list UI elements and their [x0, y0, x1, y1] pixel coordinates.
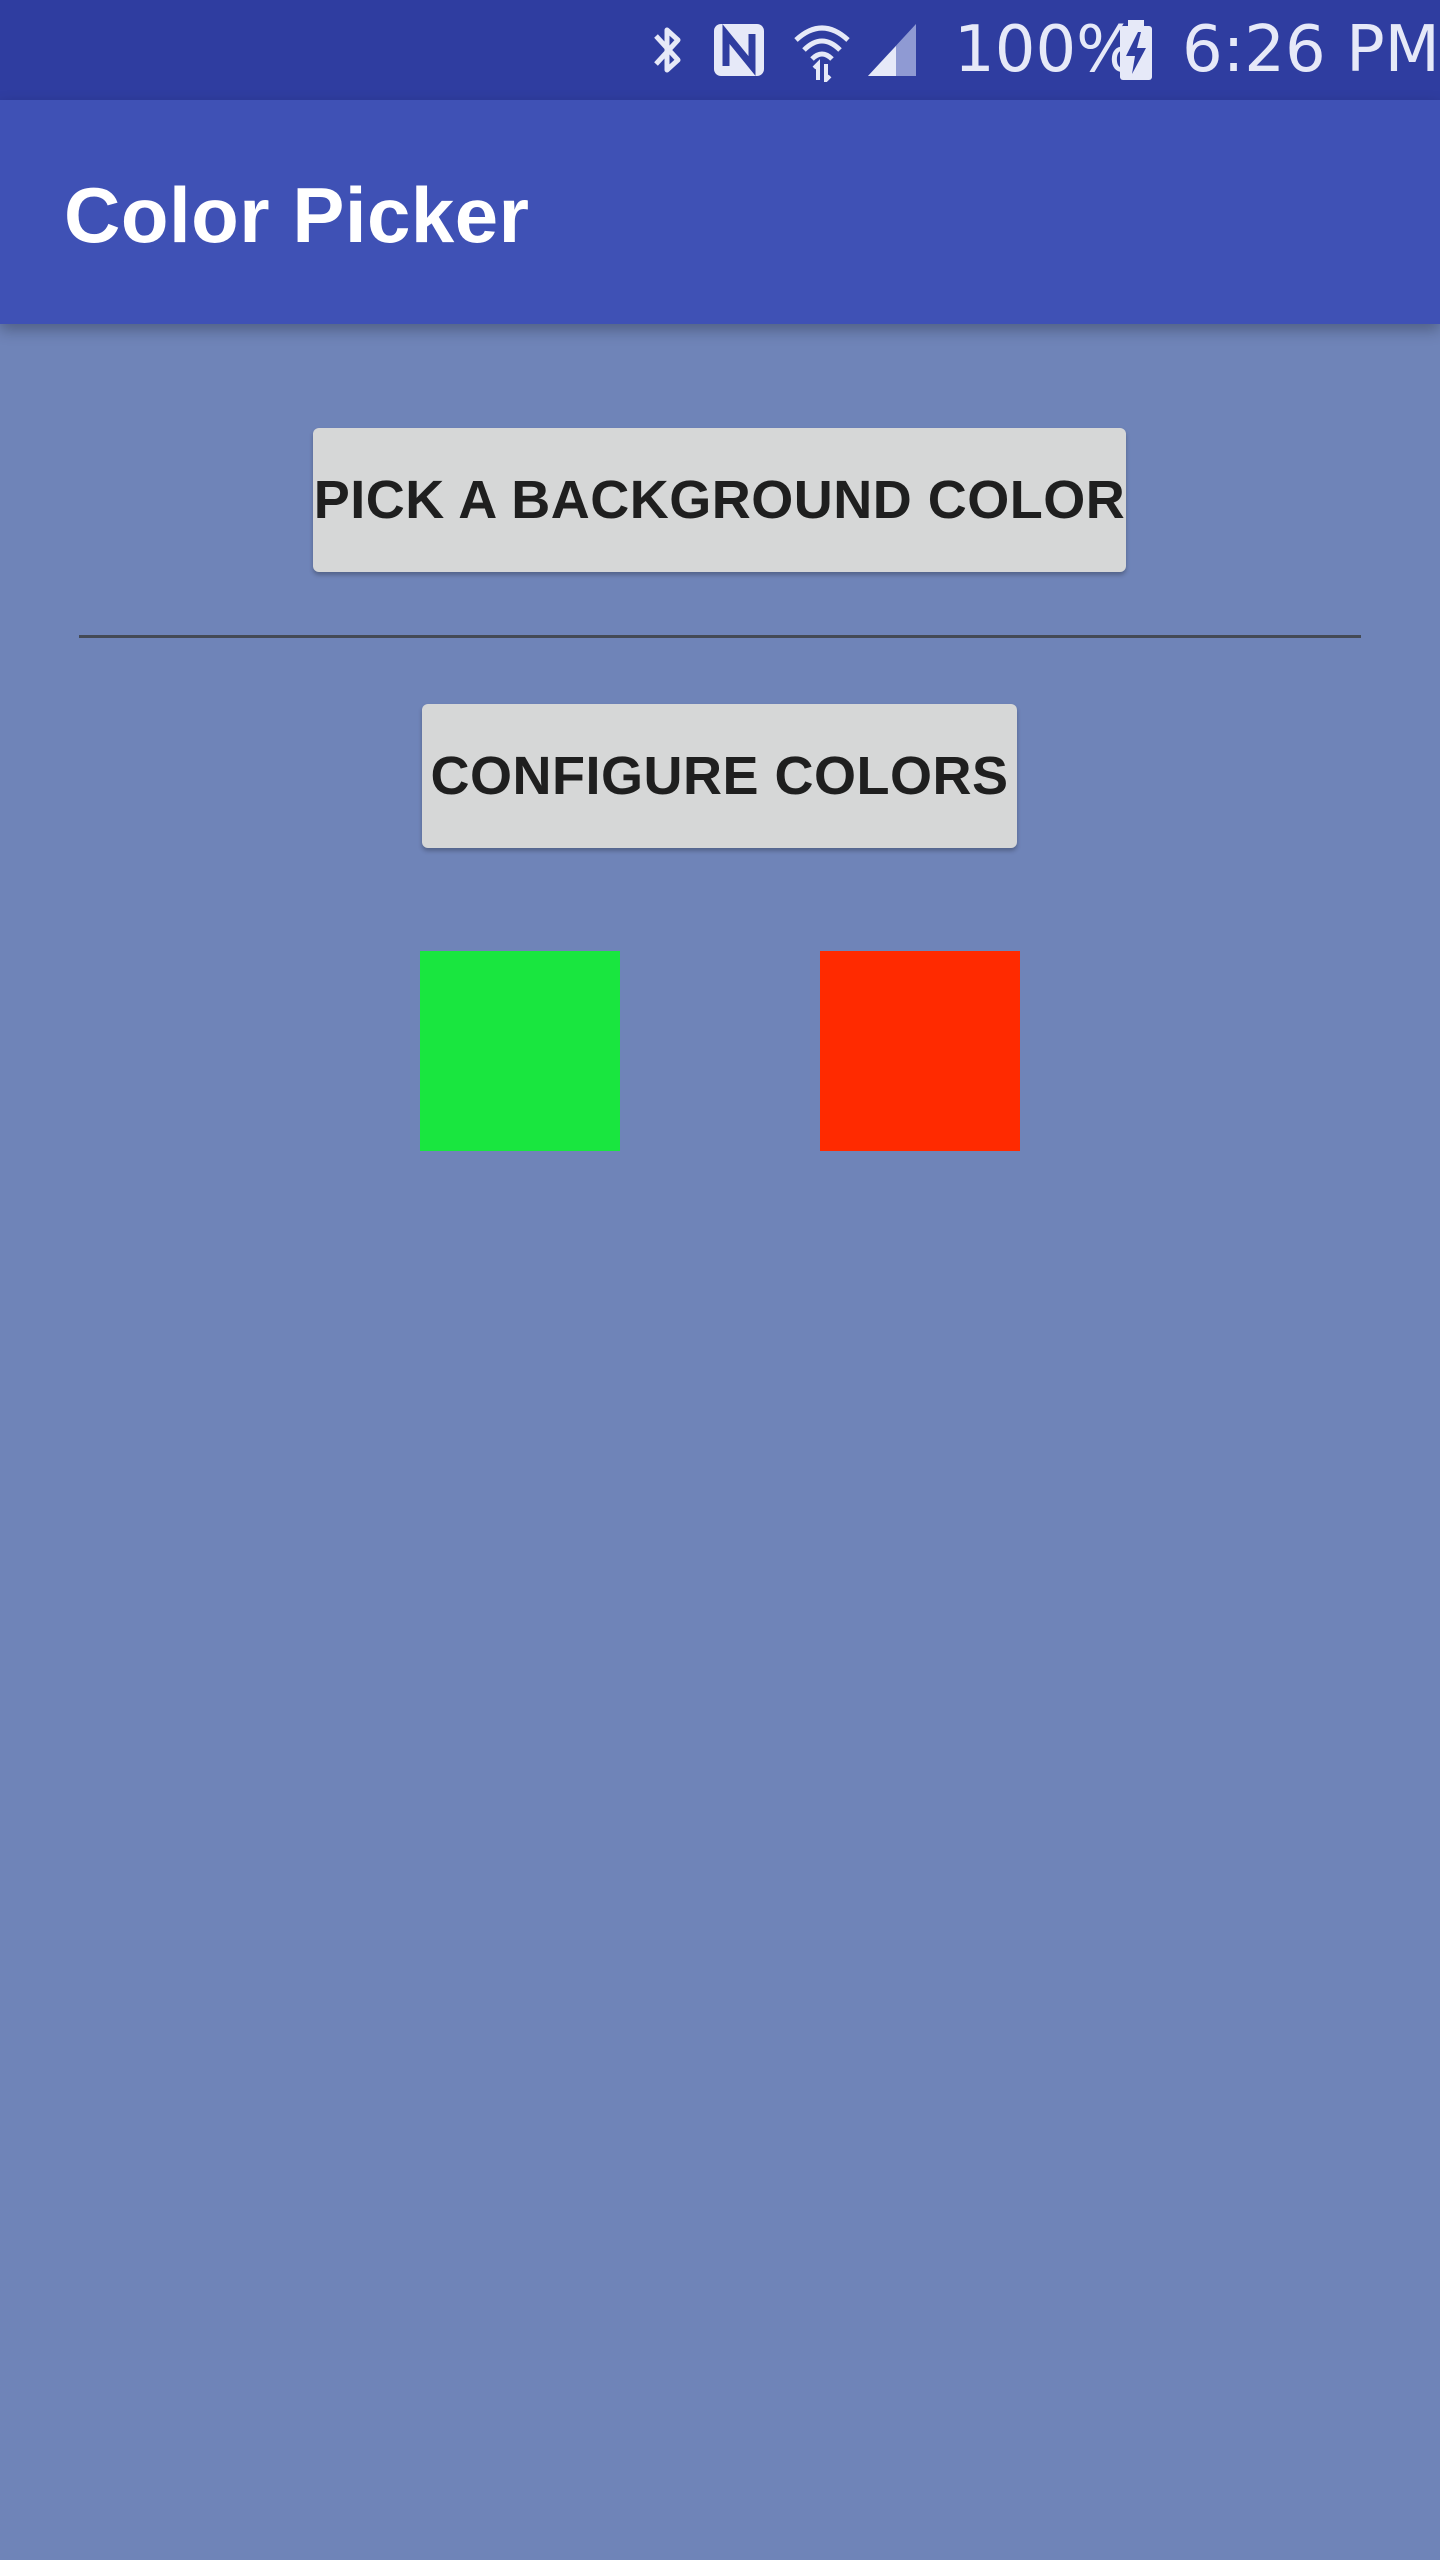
pick-background-color-button[interactable]: PICK A BACKGROUND COLOR [313, 428, 1126, 572]
divider [79, 635, 1361, 638]
clock: 6:26 PM [1182, 13, 1440, 87]
signal-icon [868, 24, 916, 76]
battery-percent: 100% [954, 13, 1137, 87]
red-color-swatch[interactable] [820, 951, 1020, 1151]
app-title: Color Picker [64, 171, 530, 259]
wifi-icon [794, 25, 850, 82]
green-color-swatch[interactable] [420, 951, 620, 1151]
status-bar: 100% 6:26 PM [0, 0, 1440, 100]
app-bar: Color Picker [0, 100, 1440, 324]
configure-colors-button[interactable]: CONFIGURE COLORS [422, 704, 1017, 848]
nfc-icon [714, 24, 764, 76]
battery-charging-icon [1120, 20, 1152, 80]
bluetooth-icon [654, 27, 681, 73]
